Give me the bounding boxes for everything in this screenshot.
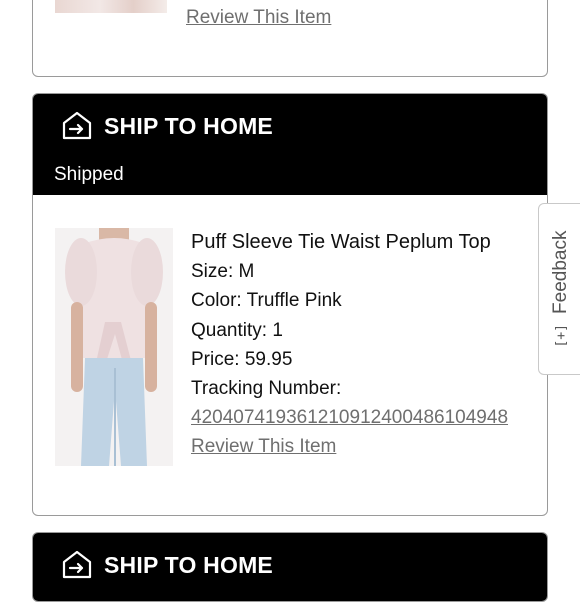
- product-name: Puff Sleeve Tie Waist Peplum Top: [191, 231, 491, 253]
- next-shipment-card: SHIP TO HOME: [32, 532, 548, 602]
- feedback-tab[interactable]: [+] Feedback: [538, 203, 580, 375]
- next-ship-title-row: SHIP TO HOME: [61, 549, 273, 581]
- previous-product-image: [55, 0, 167, 13]
- feedback-label: Feedback: [550, 230, 571, 314]
- feedback-tab-content: [+] Feedback: [550, 231, 572, 348]
- next-ship-to-home-title: SHIP TO HOME: [104, 551, 273, 578]
- review-item-link-previous[interactable]: Review This Item: [186, 7, 331, 29]
- product-quantity: Quantity: 1: [191, 319, 283, 341]
- next-ship-to-home-header: SHIP TO HOME: [33, 533, 547, 601]
- ship-to-home-icon: [62, 550, 92, 579]
- ship-to-home-title: SHIP TO HOME: [104, 112, 273, 139]
- feedback-plus-icon: [+]: [553, 323, 569, 348]
- previous-item-card: Review This Item: [32, 0, 548, 77]
- shipment-status: Shipped: [54, 164, 124, 185]
- item-details: Puff Sleeve Tie Waist Peplum Top Size: M…: [191, 228, 508, 462]
- product-image[interactable]: [55, 228, 173, 466]
- ship-to-home-icon: [62, 111, 92, 140]
- tracking-label: Tracking Number:: [191, 378, 342, 400]
- ship-title-row: SHIP TO HOME: [61, 110, 273, 142]
- product-color: Color: Truffle Pink: [191, 290, 342, 312]
- review-item-link[interactable]: Review This Item: [191, 432, 508, 461]
- product-price: Price: 59.95: [191, 348, 293, 370]
- shipment-card: SHIP TO HOME Shipped Puff Sleeve Tie Wai…: [32, 93, 548, 516]
- ship-to-home-header: SHIP TO HOME Shipped: [33, 94, 547, 195]
- product-size: Size: M: [191, 261, 255, 283]
- tracking-number-link[interactable]: 420407419361210912400486104948: [191, 403, 508, 432]
